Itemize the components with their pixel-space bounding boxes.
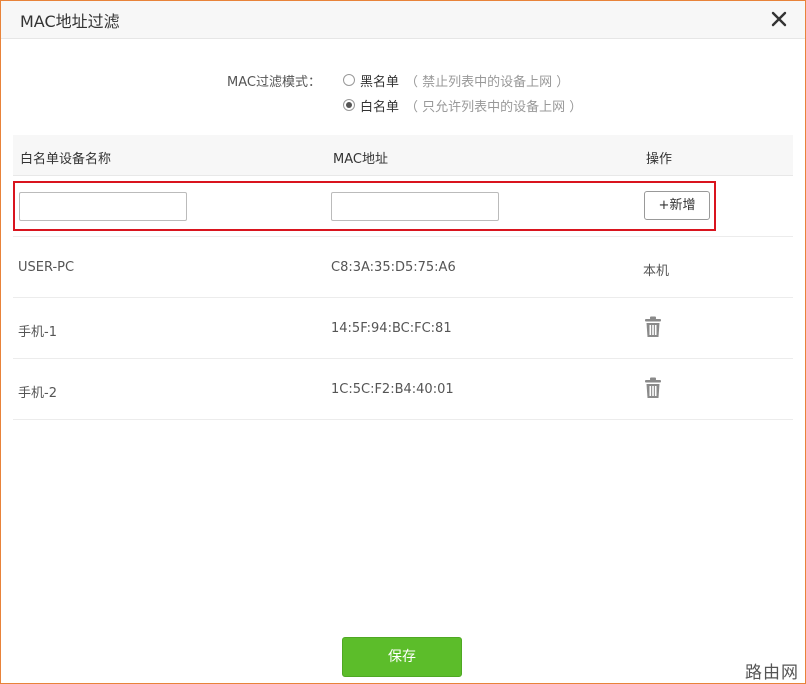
- radio-whitelist-hint: （ 只允许列表中的设备上网 ）: [405, 99, 583, 115]
- device-name-cell: 手机-2: [18, 386, 57, 401]
- close-icon[interactable]: [769, 9, 789, 29]
- mac-filter-dialog: MAC地址过滤 MAC过滤模式： 黑名单 （ 禁止列表中的设备上网 ） 白名单 …: [0, 0, 806, 684]
- header-device-name: 白名单设备名称: [20, 152, 112, 167]
- radio-blacklist-label[interactable]: 黑名单: [360, 71, 399, 90]
- filter-mode-label: MAC过滤模式：: [227, 75, 321, 90]
- header-mac-address: MAC地址: [333, 152, 388, 167]
- add-entry-row: +新增: [13, 181, 716, 231]
- mac-address-cell: 1C:5C:F2:B4:40:01: [331, 382, 454, 397]
- add-button[interactable]: +新增: [644, 191, 710, 220]
- mac-address-cell: C8:3A:35:D5:75:A6: [331, 260, 456, 275]
- mac-address-cell: 14:5F:94:BC:FC:81: [331, 321, 452, 336]
- device-name-input[interactable]: [19, 192, 187, 221]
- trash-icon[interactable]: [643, 316, 663, 338]
- radio-blacklist-hint: （ 禁止列表中的设备上网 ）: [405, 74, 570, 90]
- device-name-cell: USER-PC: [18, 260, 75, 275]
- device-name-cell: 手机-1: [18, 325, 57, 340]
- radio-whitelist-label[interactable]: 白名单: [360, 96, 399, 115]
- save-button[interactable]: 保存: [342, 637, 462, 677]
- table-row: USER-PC C8:3A:35:D5:75:A6 本机: [13, 237, 793, 298]
- dialog-titlebar: MAC地址过滤: [1, 1, 805, 39]
- watermark-text: 路由网: [745, 663, 799, 683]
- table-header: 白名单设备名称 MAC地址 操作: [13, 135, 793, 176]
- radio-blacklist[interactable]: 黑名单 （ 禁止列表中的设备上网 ）: [343, 71, 570, 90]
- table-row: 手机-2 1C:5C:F2:B4:40:01: [13, 359, 793, 420]
- mac-address-input[interactable]: [331, 192, 499, 221]
- local-device-label: 本机: [643, 264, 670, 279]
- radio-blacklist-button[interactable]: [343, 74, 355, 86]
- radio-whitelist-button[interactable]: [343, 99, 355, 111]
- trash-icon[interactable]: [643, 377, 663, 399]
- header-action: 操作: [646, 152, 673, 167]
- radio-whitelist[interactable]: 白名单 （ 只允许列表中的设备上网 ）: [343, 96, 583, 115]
- table-row: 手机-1 14:5F:94:BC:FC:81: [13, 298, 793, 359]
- dialog-title: MAC地址过滤: [20, 12, 120, 31]
